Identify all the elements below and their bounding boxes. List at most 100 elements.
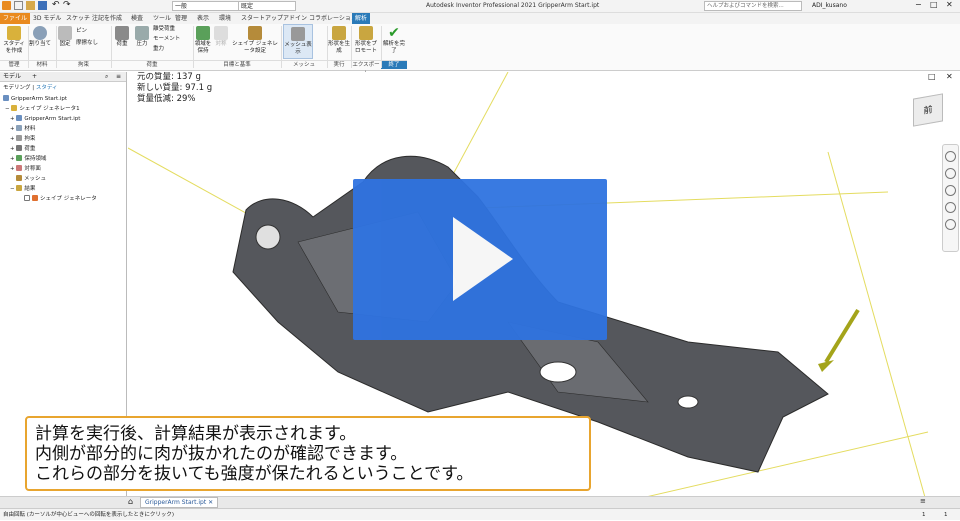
tree-item-result-generator[interactable]: シェイプ ジェネレータ [0,194,126,204]
status-count-1: 1 [922,512,926,518]
tree-item-preserve[interactable]: + 保持領域 [0,154,126,164]
tree-item-symmetry[interactable]: + 対称面 [0,164,126,174]
mass-reduction: 質量低減: 29% [137,94,196,104]
pressure-button[interactable]: 圧力 [133,24,151,48]
group-loads: 荷重 [111,60,193,69]
status-count-2: 1 [944,512,948,518]
promote-shape-button[interactable]: 形状をプロモート [354,24,378,55]
part-icon [3,95,9,101]
browser-tree: GripperArm Start.ipt − シェイプ ジェネレータ1 + Gr… [0,94,126,204]
study-icon [7,26,21,40]
tree-item-results[interactable]: − 結果 [0,184,126,194]
symmetry-button[interactable]: 対称 [214,24,228,48]
part-icon [16,115,23,121]
close-button[interactable]: ✕ [946,0,953,9]
title-bar: ↶ ↷ 一般 既定 Autodesk Inventor Professional… [0,0,960,13]
subtitle-line-3: これらの部分を抜いても強度が保たれるということです。 [35,464,474,484]
pivot-hole [255,224,281,250]
navigation-bar [942,144,959,252]
tab-view[interactable]: 表示 [194,13,212,24]
close-viewport-icon[interactable]: ✕ [946,72,953,81]
mesh-view-button[interactable]: メッシュ表示 [283,24,313,59]
mass-reduced-hole [677,395,699,409]
orbit-icon[interactable] [945,202,956,213]
tab-analysis[interactable]: 解析 [352,13,371,24]
play-icon [453,217,513,301]
view-cube[interactable]: 前 [913,93,943,127]
tree-item-generator[interactable]: − シェイプ ジェネレータ1 [0,104,126,114]
checkmark-icon: ✔ [388,25,400,41]
moment-button[interactable]: モーメント [153,36,193,43]
assign-material-button[interactable]: 割り当て [28,24,52,48]
fixed-constraint-button[interactable]: 固定 [56,24,74,48]
pan-icon[interactable] [945,168,956,179]
user-account[interactable]: ADI_kusano [812,2,847,9]
status-text: 自由回転 (カーソルが中心ビューへの回転を表示したときにクリック) [3,512,175,518]
tab-menu-icon[interactable]: ≡ [920,497,926,505]
look-at-icon[interactable] [945,219,956,230]
checkbox-icon[interactable] [24,195,30,201]
save-icon[interactable] [38,1,47,10]
generator-settings-button[interactable]: シェイプ ジェネレータ設定 [232,24,278,55]
tab-file[interactable]: ファイル [0,13,31,24]
load-icon [115,26,129,40]
mass-reduced-hole [539,361,577,383]
group-export: エクスポート [351,60,381,77]
pin-constraint-button[interactable]: ピン [76,28,106,35]
tree-item-material[interactable]: + 材料 [0,124,126,134]
settings-icon [248,26,262,40]
document-tab-label: GripperArm Start.ipt [145,499,207,506]
minimize-button[interactable]: − [915,0,922,9]
subtitle-box: 計算を実行後、計算結果が表示されます。 内側が部分的に肉が抜かれたのが確認できま… [25,416,591,491]
material-dropdown[interactable]: 既定 [238,1,296,11]
redo-icon[interactable]: ↷ [63,0,71,10]
group-manage: 管理 [0,60,28,69]
load-button[interactable]: 荷重 [113,24,131,48]
document-tab[interactable]: GripperArm Start.ipt ✕ [140,497,219,508]
preserve-region-button[interactable]: 領域を保持 [194,24,212,55]
tree-item-mesh[interactable]: メッシュ [0,174,126,184]
tab-tools[interactable]: ツール [150,13,174,24]
finish-analysis-button[interactable]: ✔ 解析を完了 [383,24,405,55]
maximize-button[interactable]: □ [930,0,938,9]
tab-annotate[interactable]: 注記を作成 [89,13,125,24]
tree-item-root[interactable]: GripperArm Start.ipt [0,94,126,104]
load-arrow-icon [824,308,860,364]
body-load-button[interactable]: 離受荷重 [153,26,193,33]
undo-icon[interactable]: ↶ [52,0,60,10]
home-icon[interactable]: ⌂ [128,497,133,506]
steering-wheel-icon[interactable] [945,151,956,162]
tab-modeling[interactable]: モデリング [3,85,31,91]
results-icon [16,185,23,191]
tab-3d-model[interactable]: 3D モデル [30,13,64,24]
plane-edge [827,151,929,508]
create-study-button[interactable]: スタディを作成 [2,24,26,55]
pressure-icon [135,26,149,40]
menu-icon[interactable]: ≡ [116,72,121,82]
tab-startup[interactable]: スタートアップ [238,13,286,24]
mesh-icon [16,175,22,181]
tree-item-part[interactable]: + GripperArm Start.ipt [0,114,126,124]
gravity-button[interactable]: 重力 [153,46,193,53]
separator [281,26,282,68]
add-panel-button[interactable]: + [32,72,37,82]
restore-viewport-icon[interactable]: □ [928,72,936,81]
tree-item-constraints[interactable]: + 拘束 [0,134,126,144]
tab-inspect[interactable]: 検査 [128,13,146,24]
subtitle-line-2: 内側が部分的に肉が抜かれたのが確認できます。 [35,444,408,464]
new-file-icon[interactable] [14,1,23,10]
search-icon[interactable]: ⌕ [105,72,108,82]
frictionless-button[interactable]: 摩擦なし [76,40,106,47]
tab-environment[interactable]: 環境 [216,13,234,24]
generate-icon [332,26,346,40]
generate-shape-button[interactable]: 形状を生成 [328,24,350,55]
tab-manage[interactable]: 管理 [172,13,190,24]
video-play-button[interactable] [353,179,607,340]
tree-item-loads[interactable]: + 荷重 [0,144,126,154]
open-folder-icon[interactable] [26,1,35,10]
group-mesh: メッシュ [281,60,327,69]
help-search-input[interactable]: ヘルプおよびコマンドを検索... [704,1,802,11]
tab-study[interactable]: スタディ [36,85,58,91]
subtitle-line-1: 計算を実行後、計算結果が表示されます。 [35,424,357,444]
zoom-icon[interactable] [945,185,956,196]
